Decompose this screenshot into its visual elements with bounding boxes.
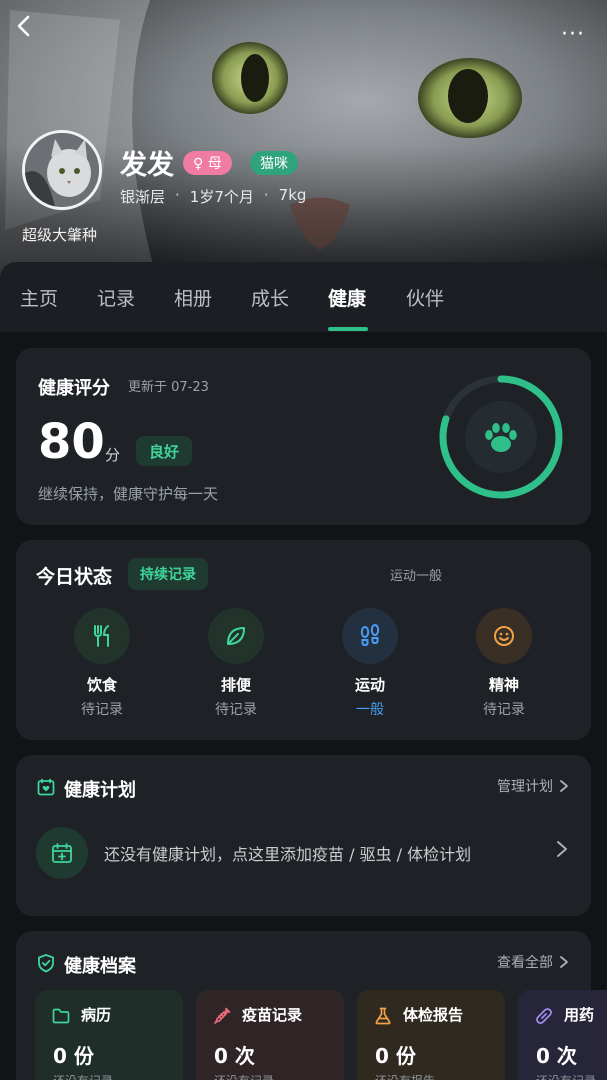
active-tab-indicator xyxy=(328,327,368,331)
chevron-left-icon xyxy=(17,15,30,37)
shield-check-icon xyxy=(38,954,54,973)
manage-plan-link[interactable]: 管理计划 xyxy=(497,776,569,796)
record-name: 疫苗记录 xyxy=(242,1006,303,1024)
record-count: 0 份 xyxy=(53,1044,94,1068)
record-medical[interactable]: 病历 0 份 还没有记录 xyxy=(35,990,183,1080)
tab-partners[interactable]: 伙伴 xyxy=(406,284,444,311)
owner-title: 超级大肇种 xyxy=(22,226,98,244)
leaf-icon xyxy=(227,627,245,645)
exercise-icon-wrap xyxy=(342,608,398,664)
tab-growth[interactable]: 成长 xyxy=(251,284,289,311)
health-plan-empty-text[interactable]: 还没有健康计划，点这里添加疫苗 / 驱虫 / 体检计划 xyxy=(104,841,471,865)
record-note: 还没有报告 xyxy=(375,1072,435,1080)
record-count: 0 次 xyxy=(214,1044,255,1068)
health-score-title: 健康评分 xyxy=(38,378,110,399)
health-records-title: 健康档案 xyxy=(64,956,136,977)
tab-home[interactable]: 主页 xyxy=(20,284,58,311)
separator-dot: · xyxy=(175,186,180,204)
record-checkup[interactable]: 体检报告 0 份 还没有报告 xyxy=(357,990,505,1080)
status-value: 待记录 xyxy=(215,702,257,718)
chevron-right-icon xyxy=(560,780,568,792)
cat-avatar-image xyxy=(25,133,99,207)
view-all-label: 查看全部 xyxy=(497,955,553,971)
health-score-ring xyxy=(439,375,563,499)
health-plan-title: 健康计划 xyxy=(64,780,136,801)
smile-icon xyxy=(494,626,514,646)
pet-meta: 银渐层 · 1岁7个月 · 7kg xyxy=(120,186,306,207)
species-tag: 猫咪 xyxy=(250,151,298,175)
mood-icon-wrap xyxy=(476,608,532,664)
status-label: 运动 xyxy=(354,676,385,694)
separator-dot: · xyxy=(263,186,269,204)
record-note: 还没有记录 xyxy=(214,1072,274,1080)
record-count: 0 份 xyxy=(375,1044,416,1068)
status-exercise[interactable]: 运动 一般 xyxy=(325,608,415,719)
record-medication[interactable]: 用药 0 次 还没有记录 xyxy=(518,990,607,1080)
utensils-icon xyxy=(94,625,109,647)
back-button[interactable] xyxy=(14,14,54,54)
status-label: 排便 xyxy=(220,676,251,694)
tab-records[interactable]: 记录 xyxy=(97,284,135,311)
status-value: 一般 xyxy=(356,702,384,718)
calendar-heart-icon xyxy=(37,778,55,796)
diet-icon-wrap xyxy=(74,608,130,664)
stool-icon-wrap xyxy=(208,608,264,664)
record-name: 用药 xyxy=(564,1006,595,1024)
manage-plan-label: 管理计划 xyxy=(497,779,553,795)
exercise-note: 运动一般 xyxy=(390,569,443,584)
pet-breed: 银渐层 xyxy=(120,188,166,206)
pet-weight: 7kg xyxy=(278,186,307,204)
status-label: 精神 xyxy=(488,676,519,694)
calendar-add-icon xyxy=(52,843,72,863)
tab-album[interactable]: 相册 xyxy=(174,284,212,311)
record-note: 还没有记录 xyxy=(536,1072,596,1080)
status-value: 待记录 xyxy=(483,702,525,718)
pet-cover-photo: ··· 发发 ♀ 母 猫咪 银渐层 · 1岁7个月 · 7kg 超级大肇种 xyxy=(0,0,607,290)
tab-bar: 主页 记录 相册 成长 健康 伙伴 xyxy=(0,262,607,332)
streak-badge: 持续记录 xyxy=(128,558,208,590)
add-plan-icon-wrap[interactable] xyxy=(36,827,88,879)
record-name: 病历 xyxy=(81,1006,112,1024)
today-status-title: 今日状态 xyxy=(36,566,113,588)
chevron-right-icon xyxy=(560,956,568,968)
health-score-updated: 更新于 07-23 xyxy=(128,380,209,395)
status-mood[interactable]: 精神 待记录 xyxy=(459,608,549,719)
more-dots-icon: ··· xyxy=(561,21,585,47)
pet-age: 1岁7个月 xyxy=(189,188,254,206)
record-name: 体检报告 xyxy=(403,1006,464,1024)
avatar[interactable] xyxy=(22,130,102,210)
record-count: 0 次 xyxy=(536,1044,577,1068)
health-level-badge: 良好 xyxy=(136,436,193,466)
today-status-card: 今日状态 持续记录 运动一般 饮食 待记录 排便 待记录 运动 一般 精神 待记… xyxy=(16,540,591,740)
pet-name: 发发 xyxy=(120,150,174,181)
health-score-unit: 分 xyxy=(105,446,121,464)
footprints-icon xyxy=(360,624,380,647)
health-plan-card: 健康计划 管理计划 还没有健康计划，点这里添加疫苗 / 驱虫 / 体检计划 xyxy=(16,755,591,916)
folder-icon xyxy=(52,1008,70,1024)
health-score-tip: 继续保持，健康守护每一天 xyxy=(38,485,219,503)
flask-icon xyxy=(375,1007,391,1025)
chevron-right-icon[interactable] xyxy=(555,839,569,859)
health-score-value: 80 xyxy=(38,414,105,470)
tab-health[interactable]: 健康 xyxy=(328,284,366,311)
gender-tag: ♀ 母 xyxy=(183,151,232,175)
status-diet[interactable]: 饮食 待记录 xyxy=(57,608,147,719)
status-stool[interactable]: 排便 待记录 xyxy=(191,608,281,719)
view-all-link[interactable]: 查看全部 xyxy=(497,952,569,972)
record-vaccine[interactable]: 疫苗记录 0 次 还没有记录 xyxy=(196,990,344,1080)
more-button[interactable]: ··· xyxy=(553,14,593,54)
pill-icon xyxy=(536,1008,552,1024)
status-value: 待记录 xyxy=(81,702,123,718)
record-note: 还没有记录 xyxy=(53,1072,113,1080)
status-label: 饮食 xyxy=(86,676,117,694)
syringe-icon xyxy=(214,1007,231,1024)
health-score-card[interactable]: 健康评分 更新于 07-23 80 分 良好 继续保持，健康守护每一天 xyxy=(16,348,591,525)
